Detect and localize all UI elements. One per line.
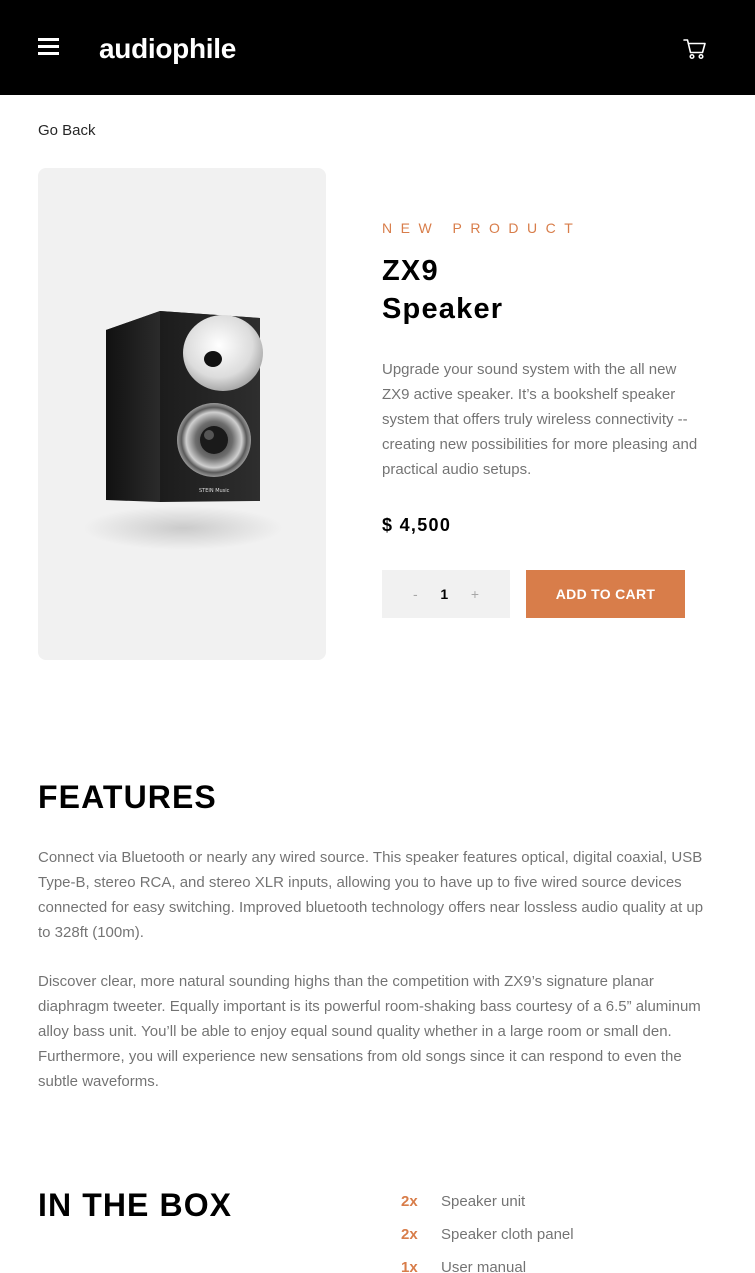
increment-button[interactable]: + <box>471 586 479 602</box>
list-item: 1x User manual <box>401 1256 574 1273</box>
list-item: 2x Speaker unit <box>401 1190 574 1223</box>
product-price: $ 4,500 <box>382 515 452 535</box>
item-name: Speaker unit <box>441 1193 526 1210</box>
features-paragraph-1: Connect via Bluetooth or nearly any wire… <box>38 849 704 941</box>
product-image: STEIN Music <box>38 168 326 660</box>
in-the-box-list: 2x Speaker unit 2x Speaker cloth panel 1… <box>401 1190 574 1273</box>
quantity-value: 1 <box>440 586 449 602</box>
decrement-button[interactable]: - <box>413 586 418 602</box>
hamburger-menu-icon[interactable] <box>38 38 59 55</box>
site-logo[interactable]: audiophile <box>99 33 236 65</box>
item-name: Speaker cloth panel <box>441 1226 574 1243</box>
list-item: 2x Speaker cloth panel <box>401 1223 574 1256</box>
product-title-line1: ZX9 <box>382 255 439 287</box>
shopping-cart-icon[interactable] <box>683 38 707 62</box>
speaker-illustration: STEIN Music <box>83 311 283 550</box>
product-title-line2: Speaker <box>382 293 504 325</box>
quantity-stepper: - 1 + <box>382 570 510 618</box>
item-quantity: 2x <box>401 1193 418 1210</box>
site-header: audiophile <box>0 0 755 95</box>
product-description: Upgrade your sound system with the all n… <box>382 361 698 478</box>
features-paragraph-2: Discover clear, more natural sounding hi… <box>38 973 701 1090</box>
speaker-brand-text: STEIN Music <box>199 488 230 494</box>
product-title: ZX9 Speaker <box>382 252 682 328</box>
go-back-link[interactable]: Go Back <box>38 122 96 139</box>
add-to-cart-button[interactable]: ADD TO CART <box>526 570 685 618</box>
in-the-box-heading: IN THE BOX <box>38 1187 233 1223</box>
features-heading: FEATURES <box>38 779 217 815</box>
item-quantity: 2x <box>401 1226 418 1243</box>
item-quantity: 1x <box>401 1259 418 1273</box>
new-product-label: NEW PRODUCT <box>382 220 582 236</box>
item-name: User manual <box>441 1259 527 1273</box>
